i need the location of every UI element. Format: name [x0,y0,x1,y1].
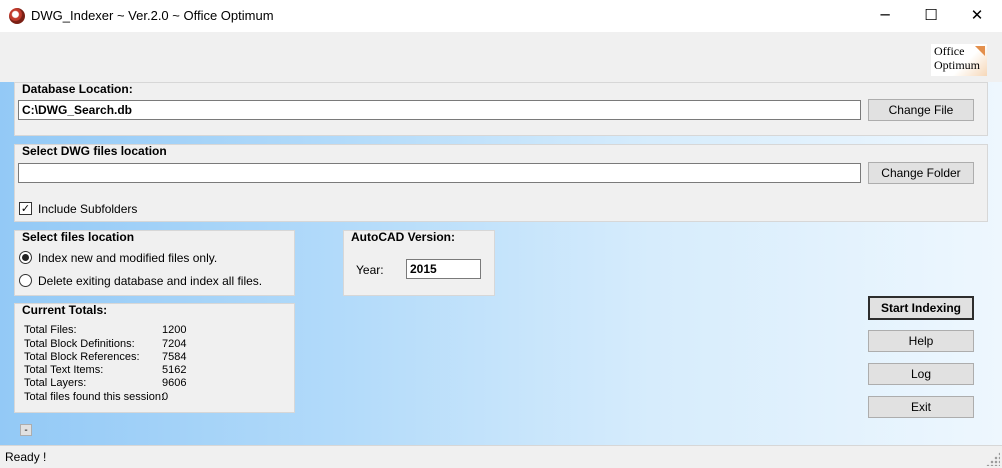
include-subfolders-label: Include Subfolders [38,202,138,216]
maximize-button[interactable]: ☐ [908,0,954,30]
total-files-value: 1200 [162,324,187,336]
minimize-button[interactable]: ─ [862,0,908,30]
total-block-references-label: Total Block References: [24,351,140,363]
total-block-definitions-value: 7204 [162,338,187,350]
autocad-version-legend: AutoCAD Version: [351,230,456,244]
status-bar [0,445,1002,468]
exit-button[interactable]: Exit [868,396,974,418]
header-strip [0,32,1002,82]
total-text-items-value: 5162 [162,364,187,376]
total-files-session-label: Total files found this session: [24,391,165,403]
dwg-folder-field[interactable] [18,163,861,183]
log-button[interactable]: Log [868,363,974,385]
app-icon [9,8,25,24]
close-button[interactable]: ✕ [954,0,1000,30]
delete-reindex-radio[interactable] [19,274,32,287]
status-text: Ready ! [5,450,47,464]
year-field[interactable]: 2015 [406,259,481,279]
help-button[interactable]: Help [868,330,974,352]
total-files-label: Total Files: [24,324,77,336]
total-block-definitions-label: Total Block Definitions: [24,338,135,350]
total-layers-value: 9606 [162,377,187,389]
change-file-button[interactable]: Change File [868,99,974,121]
total-block-references-value: 7584 [162,351,187,363]
office-optimum-logo: Office Optimum [931,44,987,76]
delete-reindex-label: Delete exiting database and index all fi… [38,274,263,288]
total-files-session-value: 0 [162,391,169,403]
collapse-button[interactable]: - [20,424,32,436]
logo-mark-icon [975,46,985,56]
start-indexing-button[interactable]: Start Indexing [868,296,974,320]
dwg-location-legend: Select DWG files location [22,144,167,158]
window-title: DWG_Indexer ~ Ver.2.0 ~ Office Optimum [31,8,274,23]
include-subfolders-checkbox[interactable]: ✓ [19,202,32,215]
database-path-field[interactable]: C:\DWG_Search.db [18,100,861,120]
index-new-radio[interactable] [19,251,32,264]
index-new-label: Index new and modified files only. [38,251,218,265]
logo-line-2: Optimum [934,58,981,72]
files-location-legend: Select files location [22,230,135,244]
total-layers-label: Total Layers: [24,377,87,389]
current-totals-legend: Current Totals: [22,303,108,317]
logo-line-1: Office [934,44,965,58]
year-label: Year: [356,263,384,277]
database-location-legend: Database Location: [22,82,133,96]
total-text-items-label: Total Text Items: [24,364,104,376]
change-folder-button[interactable]: Change Folder [868,162,974,184]
